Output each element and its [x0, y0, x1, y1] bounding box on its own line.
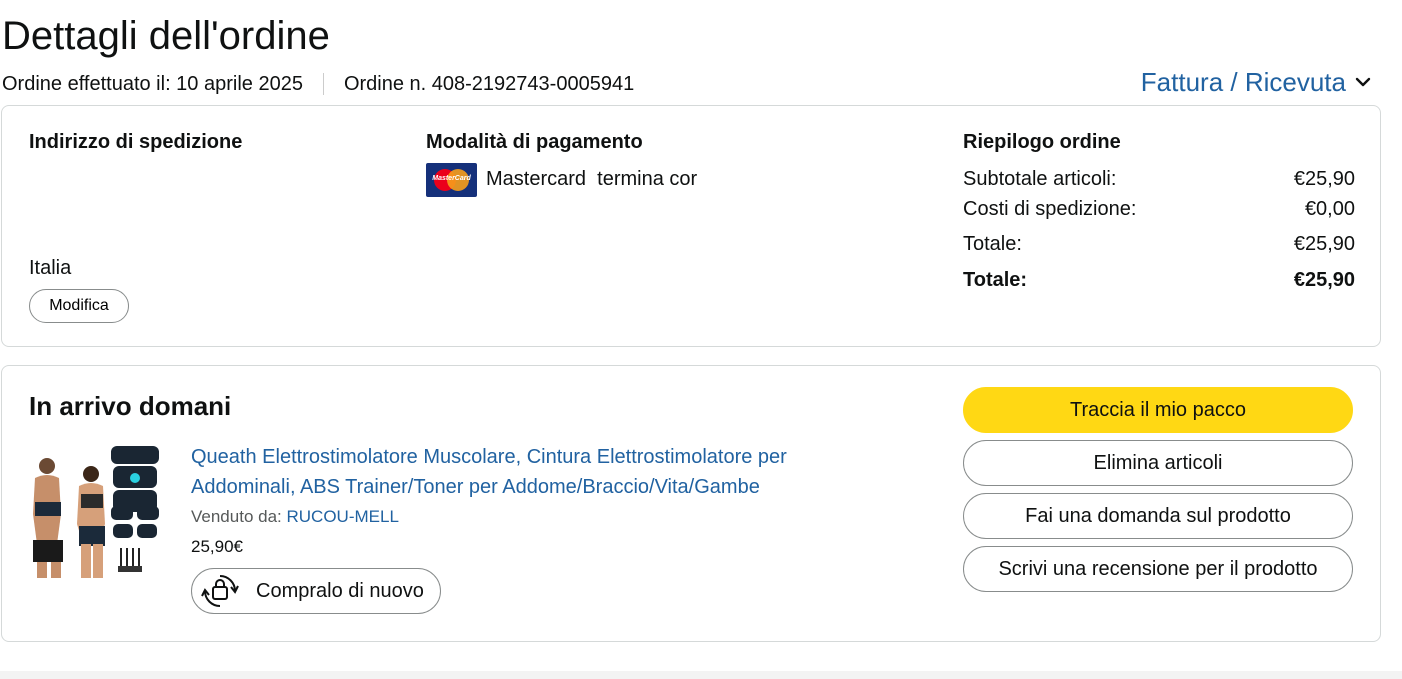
- mastercard-icon: MasterCard: [426, 163, 477, 197]
- buy-again-icon: [201, 575, 239, 607]
- order-date: Ordine effettuato il: 10 aprile 2025: [2, 73, 303, 95]
- summary-grand-total: Totale: €25,90: [963, 267, 1355, 293]
- summary-label: Totale:: [963, 233, 1022, 255]
- meta-divider: [322, 73, 324, 95]
- shipment-card: In arrivo domani Queath Elettrostimolato…: [1, 365, 1381, 642]
- summary-value: €25,90: [1293, 168, 1355, 190]
- summary-label: Costi di spedizione:: [963, 198, 1137, 220]
- grand-total-label: Totale:: [963, 269, 1028, 291]
- mastercard-logo-text: MasterCard: [432, 175, 471, 182]
- grand-total-value: €25,90: [1293, 269, 1355, 291]
- product-image[interactable]: [29, 444, 161, 578]
- edit-address-button[interactable]: Modifica: [29, 289, 129, 323]
- page-title: Dettagli dell'ordine: [2, 14, 330, 58]
- buy-again-label: Compralo di nuovo: [256, 579, 424, 602]
- footer-divider: [0, 671, 1402, 679]
- product-title-link[interactable]: Queath Elettrostimolatore Muscolare, Cin…: [191, 442, 871, 502]
- sold-by-label: Venduto da:: [191, 507, 282, 526]
- write-review-button[interactable]: Scrivi una recensione per il prodotto: [963, 546, 1353, 592]
- seller-info: Venduto da: RUCOU-MELL: [191, 506, 399, 528]
- summary-label: Subtotale articoli:: [963, 168, 1117, 190]
- delivery-status-title: In arrivo domani: [29, 391, 232, 421]
- ask-question-button[interactable]: Fai una domanda sul prodotto: [963, 493, 1353, 539]
- invoice-label: Fattura / Ricevuta: [1140, 67, 1346, 97]
- payment-card-text: Mastercard termina cor: [486, 168, 698, 190]
- track-package-button[interactable]: Traccia il mio pacco: [963, 387, 1353, 433]
- shipping-country: Italia: [29, 257, 72, 279]
- order-info-card: Indirizzo di spedizione Italia Modifica …: [1, 105, 1381, 347]
- summary-row: Costi di spedizione: €0,00: [963, 196, 1355, 222]
- item-price: 25,90€: [191, 537, 243, 556]
- shipping-heading: Indirizzo di spedizione: [29, 131, 243, 153]
- buy-again-button[interactable]: Compralo di nuovo: [191, 568, 441, 614]
- invoice-dropdown[interactable]: Fattura / Ricevuta: [1141, 66, 1372, 98]
- payment-heading: Modalità di pagamento: [426, 131, 643, 153]
- summary-row: Totale: €25,90: [963, 231, 1355, 257]
- chevron-down-icon: [1355, 77, 1371, 87]
- order-number: Ordine n. 408-2192743-0005941: [343, 73, 635, 95]
- summary-value: €0,00: [1304, 198, 1355, 220]
- summary-heading: Riepilogo ordine: [963, 131, 1121, 153]
- order-meta: Ordine effettuato il: 10 aprile 2025 Ord…: [2, 71, 634, 97]
- summary-value: €25,90: [1293, 233, 1355, 255]
- seller-link[interactable]: RUCOU-MELL: [287, 507, 399, 526]
- summary-row: Subtotale articoli: €25,90: [963, 166, 1355, 192]
- delete-items-button[interactable]: Elimina articoli: [963, 440, 1353, 486]
